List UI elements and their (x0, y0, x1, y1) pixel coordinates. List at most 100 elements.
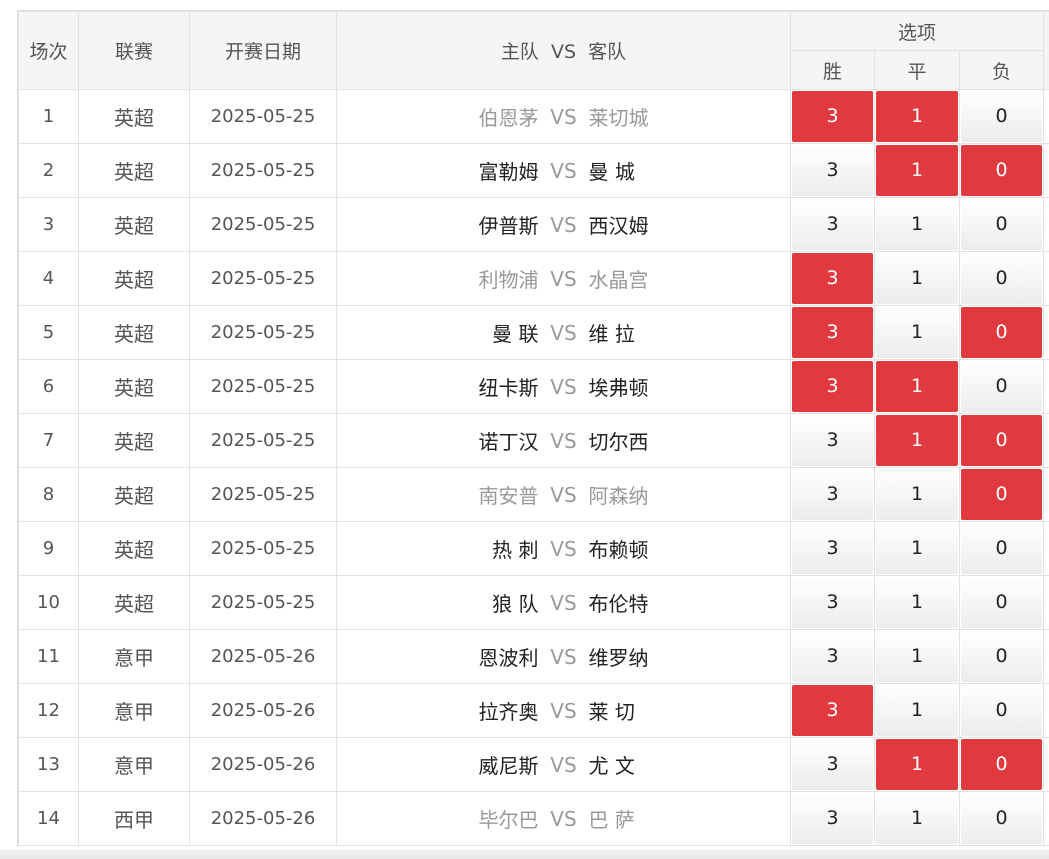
option-draw-button[interactable]: 1 (876, 307, 958, 358)
match-teams-row: 利物浦 VS 水晶宫 (337, 264, 790, 293)
option-lose-button[interactable]: 0 (961, 253, 1043, 304)
option-win-button[interactable]: 3 (792, 631, 873, 682)
match-date: 2025-05-25 (189, 197, 337, 252)
option-draw-button[interactable]: 1 (876, 739, 958, 790)
away-team: 水晶宫 (588, 268, 649, 292)
option-lose-button[interactable]: 0 (961, 199, 1043, 250)
option-lose-button[interactable]: 0 (961, 91, 1043, 142)
match-number: 8 (18, 467, 79, 522)
match-date: 2025-05-25 (189, 413, 337, 468)
league-name: 意甲 (78, 737, 190, 792)
option-win-button[interactable]: 3 (792, 523, 873, 574)
option-draw-cell: 1 (874, 521, 960, 576)
option-draw-button[interactable]: 1 (876, 415, 958, 466)
option-win-button[interactable]: 3 (792, 307, 873, 358)
option-draw-button[interactable]: 1 (876, 91, 958, 142)
header-home: 主队 (500, 41, 539, 63)
option-lose-button[interactable]: 0 (961, 307, 1043, 358)
option-lose-button[interactable]: 0 (961, 361, 1043, 412)
option-win-cell: 3 (790, 521, 875, 576)
option-win-button[interactable]: 3 (792, 415, 873, 466)
horizontal-scrollbar[interactable] (0, 849, 1049, 859)
away-team: 莱 切 (588, 700, 635, 724)
option-win-button[interactable]: 3 (792, 145, 873, 196)
match-number: 12 (18, 683, 79, 738)
home-team: 南安普 (478, 484, 539, 508)
home-team: 威尼斯 (478, 754, 539, 778)
away-team: 莱切城 (588, 106, 649, 130)
option-draw-button[interactable]: 1 (876, 361, 958, 412)
match-teams: 曼 联 VS 维 拉 (336, 305, 791, 360)
header-no: 场次 (18, 11, 79, 90)
option-win-cell: 3 (790, 575, 875, 630)
option-draw-cell: 1 (874, 359, 960, 414)
option-draw-button[interactable]: 1 (876, 253, 958, 304)
vs-label: VS (550, 428, 577, 453)
table-body: 1 英超 2025-05-25 伯恩茅 VS 莱切城 3 1 0 2 英超 2025-05-25 富勒姆… (18, 89, 1049, 846)
table-row: 4 英超 2025-05-25 利物浦 VS 水晶宫 3 1 0 (18, 251, 1049, 306)
row-spacer (1043, 197, 1049, 252)
option-win-button[interactable]: 3 (792, 685, 873, 736)
option-win-cell: 3 (790, 143, 875, 198)
vs-label: VS (550, 212, 577, 237)
match-number: 3 (18, 197, 79, 252)
option-draw-button[interactable]: 1 (876, 145, 958, 196)
option-lose-cell: 0 (958, 467, 1045, 522)
option-lose-button[interactable]: 0 (961, 631, 1043, 682)
header-lose: 负 (958, 50, 1045, 90)
option-draw-button[interactable]: 1 (876, 469, 958, 520)
option-lose-cell: 0 (958, 629, 1045, 684)
option-win-button[interactable]: 3 (792, 793, 873, 844)
home-team: 狼 队 (492, 592, 539, 616)
option-lose-button[interactable]: 0 (961, 415, 1043, 466)
row-spacer (1043, 359, 1049, 414)
match-teams: 狼 队 VS 布伦特 (336, 575, 791, 630)
option-lose-button[interactable]: 0 (961, 523, 1043, 574)
option-lose-cell: 0 (958, 251, 1045, 306)
match-date: 2025-05-25 (189, 305, 337, 360)
option-lose-button[interactable]: 0 (961, 469, 1043, 520)
match-teams-row: 拉齐奥 VS 莱 切 (337, 696, 790, 725)
row-spacer (1043, 683, 1049, 738)
table-row: 1 英超 2025-05-25 伯恩茅 VS 莱切城 3 1 0 (18, 89, 1049, 144)
league-name: 英超 (78, 413, 190, 468)
home-team: 拉齐奥 (478, 700, 539, 724)
option-lose-cell: 0 (958, 683, 1045, 738)
option-lose-button[interactable]: 0 (961, 145, 1043, 196)
option-win-button[interactable]: 3 (792, 361, 873, 412)
option-lose-button[interactable]: 0 (961, 739, 1043, 790)
match-teams-row: 伊普斯 VS 西汉姆 (337, 210, 790, 239)
option-win-button[interactable]: 3 (792, 253, 873, 304)
option-draw-button[interactable]: 1 (876, 685, 958, 736)
vs-label: VS (550, 644, 577, 669)
option-lose-button[interactable]: 0 (961, 793, 1043, 844)
option-draw-cell: 1 (874, 629, 960, 684)
option-draw-button[interactable]: 1 (876, 577, 958, 628)
match-teams: 威尼斯 VS 尤 文 (336, 737, 791, 792)
option-draw-button[interactable]: 1 (876, 523, 958, 574)
league-name: 英超 (78, 467, 190, 522)
match-teams-row: 富勒姆 VS 曼 城 (337, 156, 790, 185)
option-draw-cell: 1 (874, 413, 960, 468)
option-draw-button[interactable]: 1 (876, 199, 958, 250)
option-draw-button[interactable]: 1 (876, 793, 958, 844)
row-spacer (1043, 89, 1049, 144)
home-team: 伊普斯 (478, 214, 539, 238)
option-win-button[interactable]: 3 (792, 577, 873, 628)
match-teams: 毕尔巴 VS 巴 萨 (336, 791, 791, 846)
option-lose-button[interactable]: 0 (961, 685, 1043, 736)
option-lose-button[interactable]: 0 (961, 577, 1043, 628)
header-away: 客队 (588, 41, 627, 63)
option-win-button[interactable]: 3 (792, 199, 873, 250)
option-win-button[interactable]: 3 (792, 739, 873, 790)
row-spacer (1043, 737, 1049, 792)
match-number: 13 (18, 737, 79, 792)
option-draw-button[interactable]: 1 (876, 631, 958, 682)
away-team: 埃弗顿 (588, 376, 649, 400)
match-number: 5 (18, 305, 79, 360)
option-win-button[interactable]: 3 (792, 91, 873, 142)
vs-label: VS (550, 266, 577, 291)
row-spacer (1043, 143, 1049, 198)
option-win-button[interactable]: 3 (792, 469, 873, 520)
away-team: 布赖顿 (588, 538, 649, 562)
